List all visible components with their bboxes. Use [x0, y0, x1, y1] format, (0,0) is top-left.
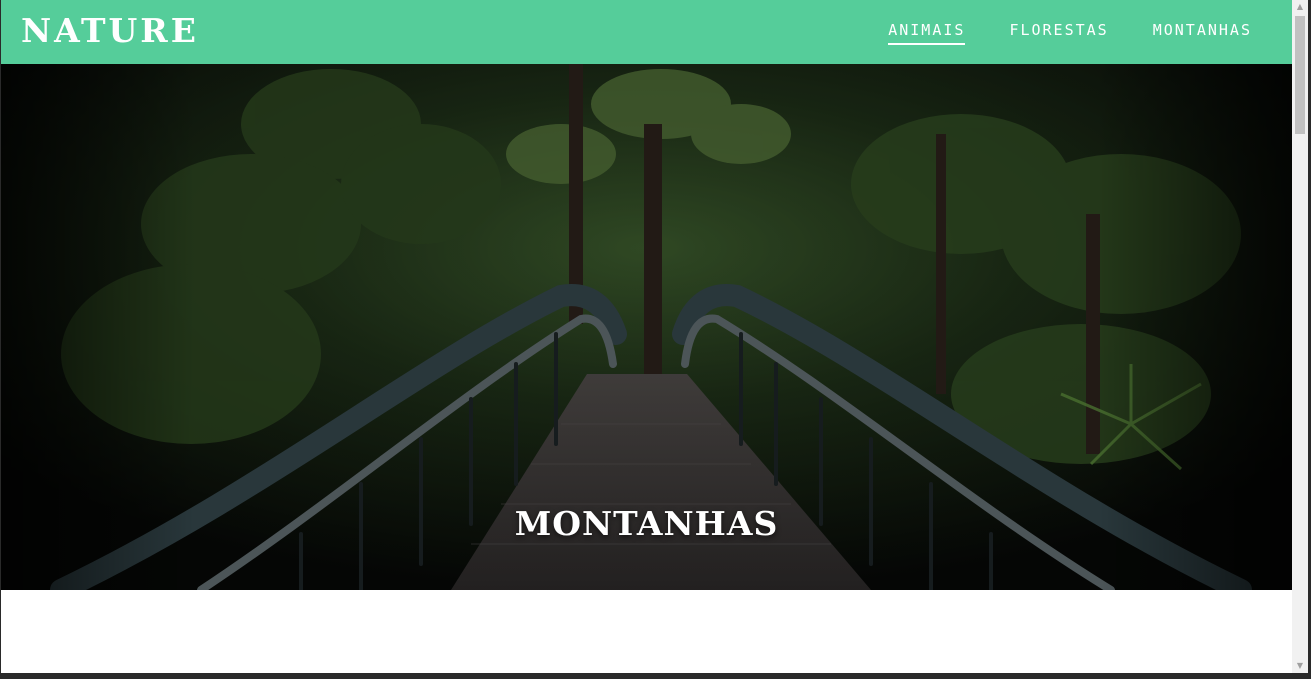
nav-link-florestas[interactable]: FLORESTAS	[1009, 20, 1108, 45]
nav-link-montanhas[interactable]: MONTANHAS	[1153, 20, 1252, 45]
vertical-scrollbar[interactable]: ▲ ▼	[1292, 0, 1308, 673]
top-navbar: NATURE ANIMAIS FLORESTAS MONTANHAS	[1, 0, 1292, 64]
page-viewport: NATURE ANIMAIS FLORESTAS MONTANHAS MONTA…	[1, 0, 1292, 673]
nav-link-animais[interactable]: ANIMAIS	[888, 20, 966, 45]
main-nav: ANIMAIS FLORESTAS MONTANHAS	[844, 0, 1252, 64]
hero-banner: MONTANHAS	[1, 64, 1292, 590]
scroll-up-arrow-icon[interactable]: ▲	[1292, 0, 1308, 14]
site-logo[interactable]: NATURE	[21, 10, 199, 52]
scrollbar-thumb[interactable]	[1295, 16, 1305, 134]
hero-title: MONTANHAS	[514, 504, 779, 543]
browser-window: NATURE ANIMAIS FLORESTAS MONTANHAS MONTA…	[1, 0, 1308, 673]
scroll-down-arrow-icon[interactable]: ▼	[1292, 659, 1308, 673]
